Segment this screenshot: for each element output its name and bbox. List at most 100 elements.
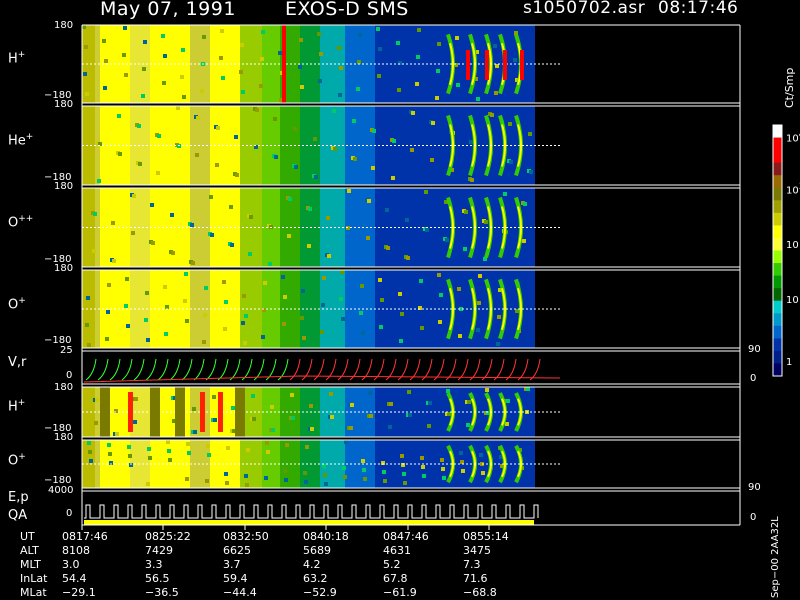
spectrogram-speckle	[366, 236, 370, 240]
spectrogram-streak	[503, 50, 507, 80]
spectrogram-speckle	[323, 473, 327, 477]
spectrogram-speckle	[476, 97, 480, 101]
spectrogram-speckle	[87, 343, 91, 347]
spectrogram-speckle	[202, 340, 206, 344]
spectrogram-speckle	[493, 44, 497, 48]
spectrogram-speckle	[378, 278, 382, 282]
spectrogram-speckle	[282, 322, 286, 326]
spectrogram-speckle	[85, 92, 89, 96]
spectrogram-speckle	[319, 52, 323, 56]
spectrogram-speckle	[287, 234, 291, 238]
spectrogram-speckle	[234, 135, 238, 139]
spectrogram-speckle	[407, 390, 411, 394]
spectrogram-streak	[200, 392, 205, 432]
spectrogram-speckle	[318, 79, 322, 83]
eph-label-inlat: InLat	[20, 572, 48, 585]
spectrogram-speckle	[145, 291, 149, 295]
spectrogram-speckle	[330, 415, 334, 419]
spectrogram-speckle	[322, 276, 326, 280]
spectrogram-speckle	[332, 109, 336, 113]
spectrogram-speckle	[383, 479, 387, 483]
spectrogram-speckle	[392, 139, 396, 143]
spectrogram-speckle	[203, 313, 207, 317]
spectrogram-speckle	[148, 456, 152, 460]
spectrogram-streak	[466, 50, 470, 80]
spectrogram-speckle	[416, 55, 420, 59]
spectrogram-speckle	[278, 51, 282, 55]
colorbar-swatch	[773, 162, 782, 176]
right-tick-ep-top: 90	[748, 482, 761, 493]
tick-opp-top: 180	[54, 181, 74, 192]
spectrogram-speckle	[349, 426, 353, 430]
panel-label-h: H+	[8, 50, 26, 67]
spectrogram-speckle	[284, 478, 288, 482]
spectrogram-speckle	[239, 70, 243, 74]
ephemeris-cell: 0840:18	[303, 530, 349, 543]
spectrogram-speckle	[298, 65, 302, 69]
spectrogram-speckle	[183, 299, 187, 303]
spectrogram-speckle	[477, 301, 481, 305]
tick-h2-top: 180	[54, 382, 74, 393]
colorbar-swatch	[773, 125, 782, 139]
spectrogram-speckle	[151, 241, 155, 245]
spectrogram-speckle	[342, 466, 346, 470]
eph-label-mlat: MLat	[20, 586, 47, 599]
panel-label-vr: V,r	[8, 355, 27, 370]
tick-he-top: 180	[54, 99, 74, 110]
colorbar-swatch	[773, 225, 782, 239]
spectrogram-speckle	[187, 451, 191, 455]
colorbar-unit: Ct/Smp	[783, 67, 796, 108]
spectrogram-speckle	[484, 220, 488, 224]
spectrogram-speckle	[406, 256, 410, 260]
spectrogram-speckle	[168, 458, 172, 462]
spectrogram-speckle	[107, 443, 111, 447]
spectrogram-speckle	[400, 454, 404, 458]
spectrogram-speckle	[273, 117, 277, 121]
panel-label-qa: QA	[8, 508, 28, 523]
spectrogram-speckle	[106, 310, 110, 314]
ephemeris-cell: 3.0	[62, 558, 80, 571]
colorbar-tick-10: 10	[786, 295, 799, 306]
spectrogram-speckle	[391, 176, 395, 180]
spectrogram-speckle	[249, 215, 253, 219]
spectrogram-speckle	[344, 440, 348, 444]
colorbar-tick-1e3: 103	[786, 182, 800, 197]
spectrogram-speckle	[320, 330, 324, 334]
spectrogram-speckle	[245, 483, 249, 487]
spectrogram-speckle	[324, 482, 328, 486]
spectrogram-speckle	[399, 339, 403, 343]
spectrogram-speckle	[470, 178, 474, 182]
spectrogram-speckle	[343, 475, 347, 479]
ephemeris-cell: −36.5	[145, 586, 179, 599]
spectrogram-speckle	[108, 452, 112, 456]
spectrogram-speckle	[226, 446, 230, 450]
spectrogram-speckle	[301, 289, 305, 293]
spectrogram-speckle	[360, 284, 364, 288]
spectrogram-speckle	[268, 262, 272, 266]
spectrogram-speckle	[244, 314, 248, 318]
spectrogram-speckle	[458, 334, 462, 338]
spectrogram-speckle	[439, 293, 443, 297]
spectrogram-stripe	[235, 387, 245, 437]
spectrogram-speckle	[170, 213, 174, 217]
tick-vr-top: 25	[60, 345, 73, 356]
spectrogram-speckle	[350, 403, 354, 407]
panel-label-op: O+	[8, 296, 26, 313]
spectrogram-speckle	[115, 432, 119, 436]
spectrogram-speckle	[367, 199, 371, 203]
colorbar-swatch	[773, 288, 782, 302]
spectrogram-speckle	[372, 129, 376, 133]
spectrogram-speckle	[300, 85, 304, 89]
ephemeris-cell: 59.4	[223, 572, 248, 585]
spectrogram-speckle	[241, 90, 245, 94]
spectrogram-speckle	[230, 243, 234, 247]
spectrogram-speckle	[146, 482, 150, 486]
spectrogram-speckle	[200, 89, 204, 93]
colorbar-swatch	[773, 175, 782, 189]
spectrogram-speckle	[184, 272, 188, 276]
spectrogram-speckle	[244, 474, 248, 478]
ephemeris-cell: 5.2	[383, 558, 401, 571]
spectrogram-speckle	[138, 162, 142, 166]
colorbar-swatch	[773, 212, 782, 226]
spectrogram-speckle	[467, 400, 471, 404]
